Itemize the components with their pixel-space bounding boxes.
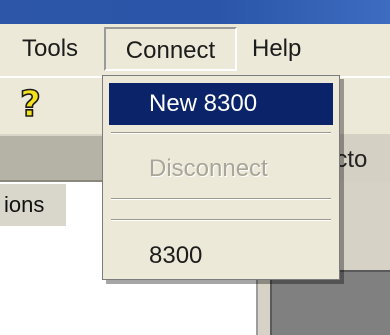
menu-tools[interactable]: Tools: [10, 27, 90, 71]
connect-dropdown-menu: New 8300 Disconnect 8300: [102, 75, 340, 280]
menu-item-disconnect[interactable]: Disconnect: [109, 148, 333, 190]
menu-bar: Tools Connect Help: [0, 24, 390, 76]
menu-connect[interactable]: Connect: [104, 27, 237, 71]
menu-separator: [111, 198, 331, 200]
window-title-bar[interactable]: [0, 0, 390, 24]
menu-help[interactable]: Help: [240, 27, 313, 71]
left-panel-row-label: ions: [4, 192, 45, 217]
menu-separator: [111, 219, 331, 221]
svg-text:?: ?: [20, 84, 41, 123]
menu-item-8300[interactable]: 8300: [109, 235, 333, 277]
help-question-icon[interactable]: ?: [18, 83, 48, 123]
menu-item-new-8300[interactable]: New 8300: [109, 83, 333, 125]
menu-separator: [111, 132, 331, 134]
